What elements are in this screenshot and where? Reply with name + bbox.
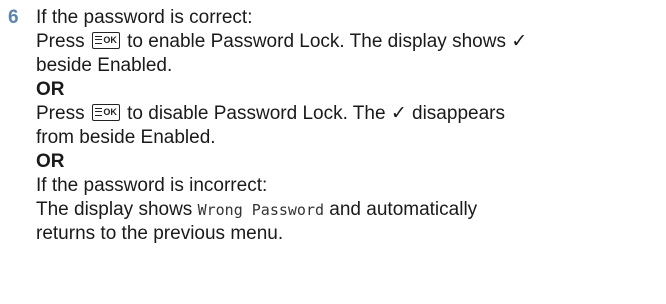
disable-text: to disable Password Lock. The ✓ disappea… [127,103,505,124]
step-number: 6 [8,7,19,28]
automatically-text: and automatically [329,199,478,220]
wrong-password-display-text: Wrong Password [197,201,325,219]
disable-line-cont: from beside Enabled. [36,127,216,148]
display-shows-text: The display shows [36,199,193,220]
disable-line: Press OK to disable Password Lock. The ✓… [36,102,656,126]
ok-key-label: OK [103,107,117,117]
press-text: Press [36,31,85,52]
menu-ok-key-icon: OK [91,104,120,121]
intro-line: If the password is correct: [36,7,253,28]
or-separator-2: OR [36,151,65,172]
step-body: If the password is correct: Press OK to … [36,6,656,246]
enable-line-cont: beside Enabled. [36,55,173,76]
enable-line: Press OK to enable Password Lock. The di… [36,30,656,54]
enable-text: to enable Password Lock. The display sho… [127,31,528,52]
or-separator-1: OR [36,79,65,100]
incorrect-line: If the password is incorrect: [36,175,268,196]
press-text: Press [36,103,85,124]
ok-key-label: OK [103,35,117,45]
wrong-password-line: The display shows Wrong Password and aut… [36,198,656,222]
returns-line: returns to the previous menu. [36,223,284,244]
menu-ok-key-icon: OK [91,32,120,49]
